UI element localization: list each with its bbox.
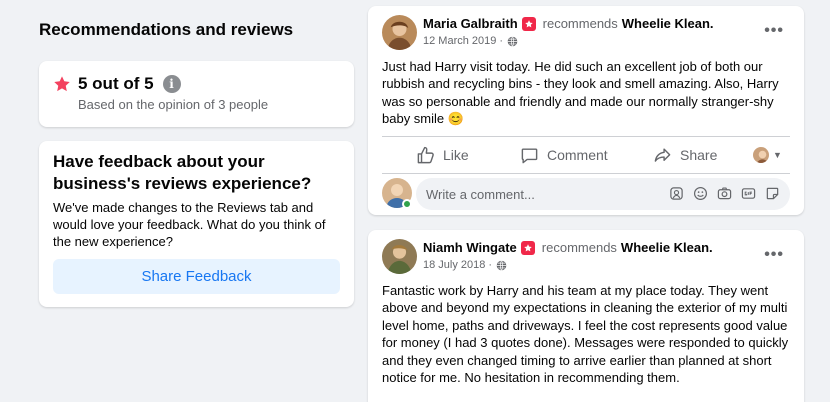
feedback-body: We've made changes to the Reviews tab an…: [53, 200, 326, 249]
post-header-line: Niamh Wingate recommends Wheelie Klean.: [423, 240, 713, 255]
more-options-icon[interactable]: •••: [764, 22, 784, 40]
comment-label: Comment: [547, 147, 608, 163]
review-post: Maria Galbraith recommends Wheelie Klean…: [368, 6, 804, 215]
share-icon: [654, 147, 671, 162]
globe-icon: [507, 35, 518, 47]
post-text: Fantastic work by Harry and his team at …: [382, 283, 789, 386]
page-avatar: [753, 147, 769, 163]
comment-button[interactable]: Comment: [520, 146, 608, 165]
author-avatar[interactable]: [382, 239, 417, 274]
author-name[interactable]: Niamh Wingate: [423, 240, 517, 255]
rating-subtext: Based on the opinion of 3 people: [78, 97, 269, 112]
comment-placeholder: Write a comment...: [426, 186, 535, 202]
globe-icon: [496, 259, 507, 271]
business-name[interactable]: Wheelie Klean.: [622, 16, 714, 31]
recommends-text: recommends: [541, 240, 617, 255]
recommend-badge-icon: [521, 16, 536, 31]
comment-icon: [521, 147, 538, 163]
divider: [382, 136, 790, 137]
post-date-line: 12 March 2019 ·: [423, 35, 518, 47]
chevron-down-icon: ▼: [773, 150, 782, 160]
post-date[interactable]: 12 March 2019 ·: [423, 35, 503, 47]
post-as-selector[interactable]: ▼: [753, 147, 782, 163]
left-section-title: Recommendations and reviews: [39, 20, 294, 39]
more-options-icon[interactable]: •••: [764, 246, 784, 264]
share-feedback-button[interactable]: Share Feedback: [53, 259, 340, 294]
like-label: Like: [443, 147, 469, 163]
rating-card: 5 out of 5 i Based on the opinion of 3 p…: [39, 61, 354, 127]
post-text: Just had Harry visit today. He did such …: [382, 59, 779, 127]
like-button[interactable]: Like: [416, 146, 469, 165]
author-avatar[interactable]: [382, 15, 417, 50]
recommends-text: recommends: [542, 16, 618, 31]
comment-input[interactable]: Write a comment...: [416, 178, 790, 210]
like-icon: [417, 146, 434, 163]
review-post: Niamh Wingate recommends Wheelie Klean. …: [368, 230, 804, 402]
author-name[interactable]: Maria Galbraith: [423, 16, 518, 31]
share-button[interactable]: Share: [653, 146, 717, 165]
star-icon: [54, 76, 70, 92]
camera-icon[interactable]: [717, 186, 732, 201]
share-label: Share: [680, 147, 718, 163]
feedback-title: Have feedback about your business's revi…: [53, 152, 312, 193]
post-header-line: Maria Galbraith recommends Wheelie Klean…: [423, 16, 714, 31]
gif-icon[interactable]: [741, 186, 756, 201]
online-status-dot: [402, 199, 412, 209]
post-date-line: 18 July 2018 ·: [423, 259, 507, 271]
post-actions: Like Comment Share ▼: [382, 139, 790, 171]
sticker-icon[interactable]: [765, 186, 780, 201]
avatar-sticker-icon[interactable]: [669, 186, 684, 201]
comment-composer: Write a comment...: [382, 178, 790, 210]
post-date[interactable]: 18 July 2018 ·: [423, 259, 492, 271]
business-name[interactable]: Wheelie Klean.: [621, 240, 713, 255]
rating-row: 5 out of 5 i: [53, 74, 181, 94]
emoji-icon[interactable]: [693, 186, 708, 201]
feedback-card: Have feedback about your business's revi…: [39, 141, 354, 307]
rating-value: 5 out of 5: [78, 74, 154, 93]
recommend-badge-icon: [520, 240, 535, 255]
divider: [382, 173, 790, 174]
info-icon[interactable]: i: [162, 75, 181, 93]
comment-tools: [660, 186, 780, 201]
